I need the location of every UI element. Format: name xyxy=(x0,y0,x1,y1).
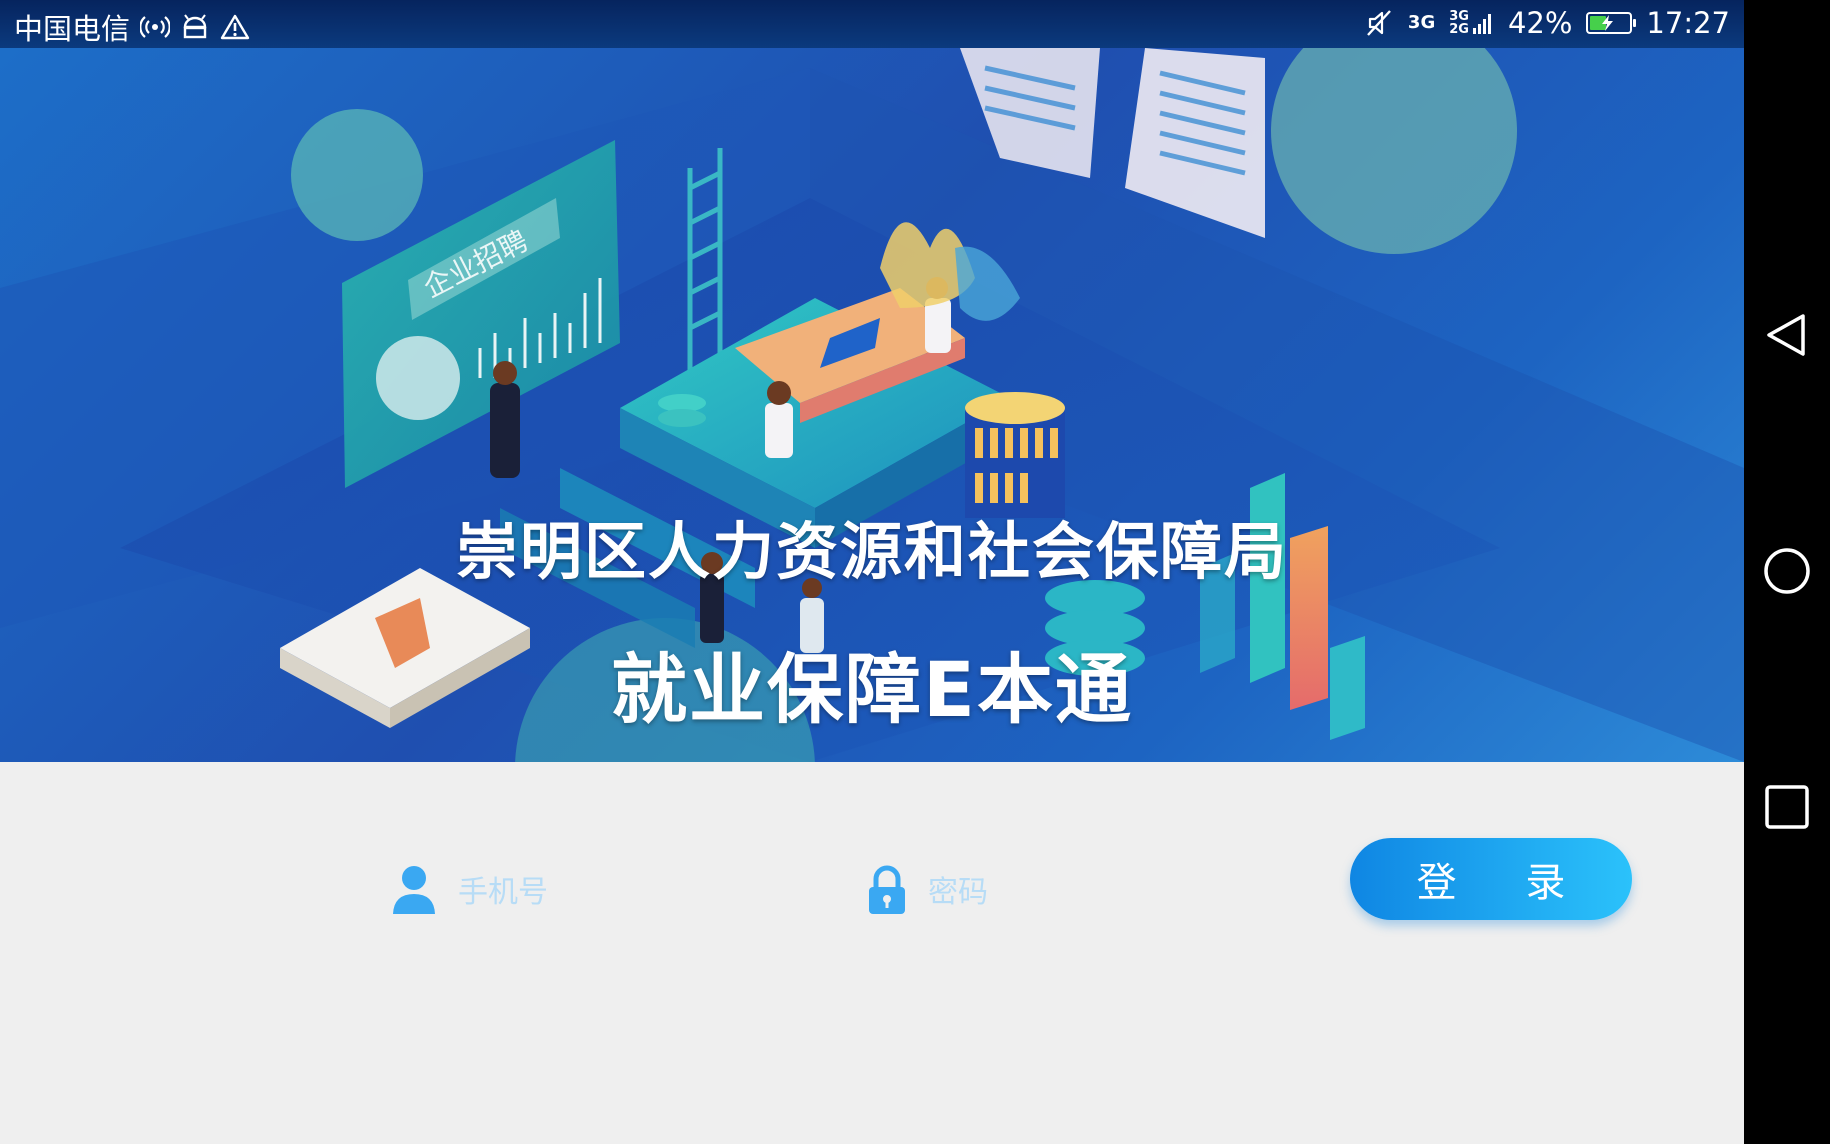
phone-field xyxy=(390,862,790,922)
battery-percent: 42% xyxy=(1507,6,1573,40)
battery-icon xyxy=(1586,12,1637,34)
home-icon xyxy=(1762,546,1812,600)
mute-icon xyxy=(1364,8,1394,38)
battery-outline xyxy=(1586,12,1637,34)
app-screen: 中国电信 3G 3G 2G 42% 17:27 企业招聘 崇明区人力资源和社会保… xyxy=(0,0,1744,1144)
warning-icon xyxy=(220,14,250,40)
password-field xyxy=(866,862,1266,922)
status-bar-left: 中国电信 xyxy=(14,6,250,48)
network-type-indicator: 3G xyxy=(1407,12,1436,33)
home-button[interactable] xyxy=(1744,530,1830,616)
user-icon xyxy=(390,864,438,920)
recents-button[interactable] xyxy=(1744,766,1830,852)
clock: 17:27 xyxy=(1646,6,1730,40)
password-input[interactable] xyxy=(926,866,1230,918)
app-name-title: 就业保障E本通 xyxy=(611,645,1133,734)
network-primary: 3G xyxy=(1407,12,1436,33)
status-bar: 中国电信 3G 3G 2G 42% 17:27 xyxy=(0,0,1744,48)
back-button[interactable] xyxy=(1744,294,1830,380)
carrier-name: 中国电信 xyxy=(14,12,131,46)
navigation-bar xyxy=(1744,0,1830,1144)
back-icon xyxy=(1763,311,1811,363)
recents-icon xyxy=(1764,784,1810,834)
android-icon xyxy=(180,14,210,40)
lock-icon xyxy=(866,864,908,920)
phone-input[interactable] xyxy=(456,866,760,918)
login-button[interactable]: 登 录 xyxy=(1350,838,1632,920)
signal-icon: 3G 2G xyxy=(1449,10,1494,36)
network-secondary-bottom: 2G xyxy=(1449,22,1469,37)
hotspot-icon xyxy=(140,14,171,40)
banner-title: 崇明区人力资源和社会保障局 xyxy=(455,515,1288,588)
status-bar-right: 3G 3G 2G 42% 17:27 xyxy=(1364,6,1730,40)
banner: 企业招聘 崇明区人力资源和社会保障局 就业保障E本通 xyxy=(0,48,1744,762)
